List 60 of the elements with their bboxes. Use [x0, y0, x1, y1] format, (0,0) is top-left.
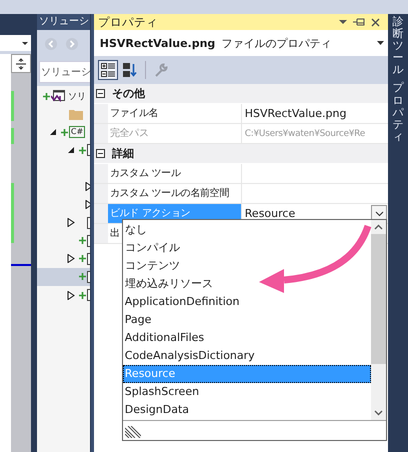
list-option[interactable]: CodeAnalysisDictionary — [122, 347, 371, 365]
list-option[interactable]: DesignData — [122, 401, 371, 419]
folder-icon — [68, 108, 83, 120]
list-option[interactable]: ApplicationDefinition — [122, 293, 371, 311]
split-button[interactable] — [11, 54, 31, 73]
panel-title: ソリューシ — [36, 14, 90, 30]
close-icon[interactable] — [371, 18, 380, 26]
list-option[interactable]: Page — [122, 311, 371, 329]
collapsed-icon[interactable] — [66, 290, 75, 300]
scroll-up-icon[interactable] — [374, 224, 383, 230]
side-tab[interactable]: プロパティ — [392, 82, 404, 143]
resize-grip-icon[interactable] — [124, 426, 141, 438]
tree-label: ソリ — [68, 90, 86, 103]
scrollbar[interactable] — [11, 73, 31, 452]
caret-icon — [377, 41, 384, 45]
object-name: HSVRectValue.png — [100, 36, 216, 50]
dropdown-icon[interactable] — [339, 19, 348, 25]
position-line — [11, 264, 31, 266]
category-label: その他 — [112, 86, 145, 101]
object-type: ファイルのプロパティ — [221, 36, 332, 50]
property-value[interactable]: HSVRectValue.png — [244, 107, 388, 120]
collapsed-icon[interactable] — [84, 182, 90, 192]
panel-title: プロパティ — [98, 14, 159, 30]
property-name[interactable]: カスタム ツール — [108, 164, 242, 183]
tree-item[interactable]: ソリ — [36, 87, 90, 106]
csharp-icon: C# — [68, 126, 86, 138]
expanded-icon[interactable] — [48, 128, 57, 136]
list-option[interactable]: AdditionalFiles — [122, 329, 371, 347]
scroll-down-icon[interactable] — [374, 410, 383, 416]
collapsed-icon[interactable] — [84, 200, 90, 210]
property-value[interactable]: Resource — [244, 207, 372, 220]
property-name[interactable]: カスタム ツールの名前空間 — [108, 184, 242, 203]
list-option[interactable]: 埋め込みリソース — [122, 275, 371, 293]
scroll-thumb[interactable] — [370, 234, 386, 364]
list-option[interactable]: コンテンツ — [122, 257, 371, 275]
collapsed-icon[interactable] — [66, 254, 75, 264]
list-option[interactable]: コンパイル — [122, 239, 371, 257]
side-tab[interactable]: 診断ツール — [392, 16, 404, 76]
collapse-icon[interactable] — [94, 89, 108, 98]
change-mark — [11, 91, 14, 121]
expanded-icon[interactable] — [66, 146, 75, 154]
category-label: 詳細 — [112, 146, 134, 161]
collapsed-icon[interactable] — [66, 218, 75, 228]
object-selector[interactable]: HSVRectValue.png ファイルのプロパティ — [94, 30, 388, 56]
solution-icon — [50, 90, 65, 102]
combo-field[interactable] — [0, 35, 31, 54]
tree-item[interactable] — [36, 268, 90, 286]
property-name[interactable]: ファイル名 — [108, 104, 242, 123]
change-mark — [11, 183, 14, 243]
chevron-icon — [374, 210, 384, 216]
pin-icon[interactable] — [353, 17, 366, 27]
collapse-icon[interactable] — [94, 149, 108, 158]
categorized-button[interactable] — [98, 60, 118, 80]
change-mark — [11, 128, 14, 144]
scrollbar[interactable] — [370, 220, 386, 420]
list-option[interactable]: なし — [122, 221, 371, 239]
list-option[interactable]: SplashScreen — [122, 383, 371, 401]
tree-item[interactable]: C# — [36, 123, 90, 142]
split-icon — [14, 58, 27, 70]
search-field[interactable]: ソリューシ — [38, 61, 90, 83]
